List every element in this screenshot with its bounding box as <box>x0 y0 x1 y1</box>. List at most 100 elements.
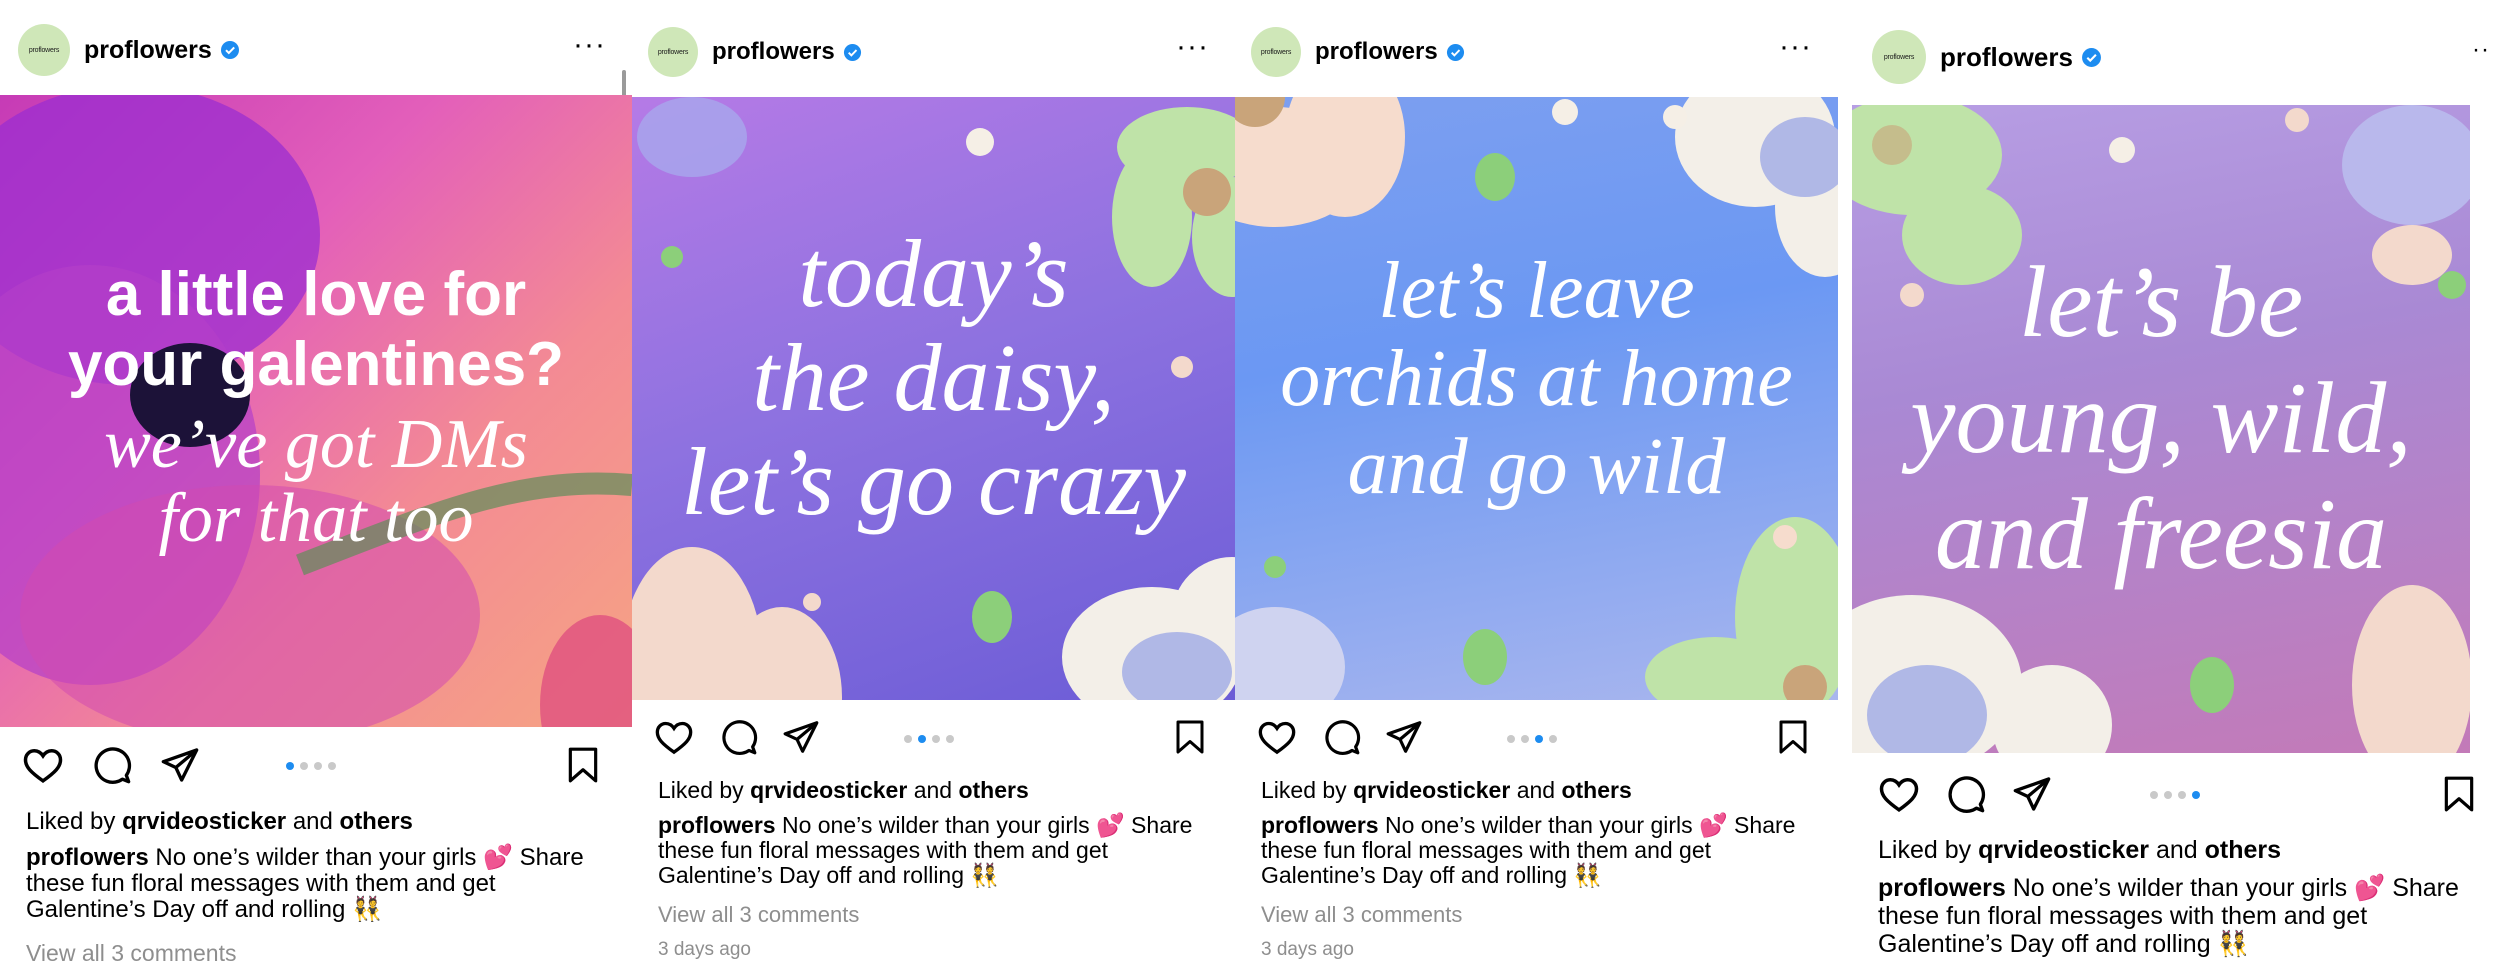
image-text-line-2: the daisy, <box>752 324 1115 431</box>
bookmark-icon[interactable] <box>564 745 602 785</box>
post-image[interactable]: let’s be young, wild, and freesia <box>1852 105 2470 753</box>
carousel-dot-4 <box>328 762 336 770</box>
likes-line: Liked by qrvideosticker and others <box>658 777 1029 804</box>
likes-line: Liked by qrvideosticker and others <box>1261 777 1632 804</box>
image-text-line-3: and go wild <box>1347 423 1726 511</box>
image-text-line-4: for that too <box>158 480 474 557</box>
liked-by-user[interactable]: qrvideosticker <box>750 777 907 803</box>
post-card-1: proflowers proflowers ··· a little love … <box>0 0 632 970</box>
username[interactable]: proflowers <box>84 36 212 65</box>
verified-badge-icon <box>843 43 862 62</box>
likes-prefix: Liked by <box>1261 777 1347 803</box>
caption: proflowers No one’s wilder than your gir… <box>1878 874 2478 958</box>
view-comments-link[interactable]: View all 3 comments <box>1261 902 1462 928</box>
carousel-dot-3 <box>314 762 322 770</box>
more-options-icon[interactable]: ··· <box>1779 32 1812 62</box>
heart-icon[interactable] <box>1878 774 1920 816</box>
more-options-icon[interactable]: ··· <box>573 30 606 60</box>
share-icon[interactable] <box>1385 718 1423 756</box>
carousel-dot-3 <box>2178 791 2186 799</box>
post-image[interactable]: today’s the daisy, let’s go crazy <box>632 97 1235 700</box>
carousel-dot-2 <box>918 735 926 743</box>
carousel-dot-4 <box>1549 735 1557 743</box>
comment-icon[interactable] <box>720 718 758 756</box>
more-options-icon[interactable]: ·· <box>2472 38 2490 62</box>
avatar[interactable]: proflowers <box>18 24 70 76</box>
username[interactable]: proflowers <box>712 38 835 66</box>
more-options-icon[interactable]: ··· <box>1176 32 1209 62</box>
image-text-line-2: orchids at home <box>1280 335 1793 423</box>
post-card-3: proflowers proflowers ··· let’s leave or… <box>1235 0 1838 970</box>
image-text-line-1: let’s leave <box>1378 247 1695 335</box>
image-text-line-1: let’s be <box>2018 246 2304 359</box>
comment-icon[interactable] <box>1323 718 1361 756</box>
heart-icon[interactable] <box>654 718 694 758</box>
post-actions <box>1852 774 2500 818</box>
username[interactable]: proflowers <box>1940 42 2073 73</box>
liked-by-user[interactable]: qrvideosticker <box>122 808 286 835</box>
carousel-indicator <box>904 735 954 743</box>
caption-username[interactable]: proflowers <box>26 844 149 871</box>
image-text-line-2: your galentines? <box>67 330 565 399</box>
image-text-line-3: let’s go crazy <box>681 428 1186 535</box>
heart-icon[interactable] <box>1257 718 1297 758</box>
share-icon[interactable] <box>160 745 200 785</box>
image-text-line-1: a little love for <box>105 260 527 329</box>
post-card-2: proflowers proflowers ··· today’s the da… <box>632 0 1235 970</box>
comment-icon[interactable] <box>92 745 132 785</box>
heart-icon[interactable] <box>22 745 64 787</box>
caption-username[interactable]: proflowers <box>658 812 776 838</box>
liked-by-others[interactable]: others <box>2205 836 2281 864</box>
caption-username[interactable]: proflowers <box>1878 874 2006 902</box>
likes-prefix: Liked by <box>1878 836 1972 864</box>
avatar[interactable]: proflowers <box>1872 30 1926 84</box>
bookmark-icon[interactable] <box>2440 774 2478 814</box>
carousel-dot-4 <box>2192 791 2200 799</box>
liked-by-others[interactable]: others <box>1561 777 1631 803</box>
carousel-dot-4 <box>946 735 954 743</box>
likes-and: and <box>1516 777 1556 803</box>
view-comments-link[interactable]: View all 3 comments <box>658 902 859 928</box>
share-icon[interactable] <box>2012 774 2052 814</box>
liked-by-user[interactable]: qrvideosticker <box>1353 777 1510 803</box>
post-image[interactable]: let’s leave orchids at home and go wild <box>1235 97 1838 700</box>
avatar[interactable]: proflowers <box>1251 27 1301 77</box>
image-text-line-3: and freesia <box>1934 478 2388 591</box>
post-actions <box>632 718 1235 762</box>
post-timestamp: 3 days ago <box>658 939 751 960</box>
carousel-indicator <box>286 762 336 770</box>
carousel-dot-2 <box>2164 791 2172 799</box>
share-icon[interactable] <box>782 718 820 756</box>
verified-badge-icon <box>2081 47 2102 68</box>
liked-by-user[interactable]: qrvideosticker <box>1978 836 2149 864</box>
post-card-4: proflowers proflowers ·· let’s be young,… <box>1852 0 2500 970</box>
post-image-text: a little love for your galentines? we’ve… <box>0 260 632 556</box>
carousel-dot-3 <box>1535 735 1543 743</box>
carousel-indicator <box>2150 791 2200 799</box>
verified-badge-icon <box>1446 43 1465 62</box>
caption-username[interactable]: proflowers <box>1261 812 1379 838</box>
image-text-line-2: young, wild, <box>1910 362 2412 475</box>
post-header: proflowers proflowers ··· <box>0 22 632 78</box>
likes-prefix: Liked by <box>26 808 116 835</box>
carousel-dot-1 <box>904 735 912 743</box>
bookmark-icon[interactable] <box>1775 718 1811 756</box>
likes-and: and <box>2155 836 2198 864</box>
post-image-text: today’s the daisy, let’s go crazy <box>632 222 1235 534</box>
post-image-text: let’s be young, wild, and freesia <box>1852 245 2470 593</box>
liked-by-others[interactable]: others <box>958 777 1028 803</box>
carousel-dot-2 <box>1521 735 1529 743</box>
view-comments-link[interactable]: View all 3 comments <box>26 940 237 967</box>
verified-badge-icon <box>220 40 240 60</box>
likes-line: Liked by qrvideosticker and others <box>26 808 413 836</box>
post-timestamp: 3 days ago <box>1261 939 1354 960</box>
post-image[interactable]: a little love for your galentines? we’ve… <box>0 95 632 727</box>
likes-and: and <box>913 777 953 803</box>
avatar[interactable]: proflowers <box>648 27 698 77</box>
bookmark-icon[interactable] <box>1172 718 1208 756</box>
username[interactable]: proflowers <box>1315 38 1438 66</box>
liked-by-others[interactable]: others <box>340 808 413 835</box>
carousel-dot-1 <box>286 762 294 770</box>
post-header: proflowers proflowers ·· <box>1852 30 2500 84</box>
comment-icon[interactable] <box>1946 774 1986 814</box>
